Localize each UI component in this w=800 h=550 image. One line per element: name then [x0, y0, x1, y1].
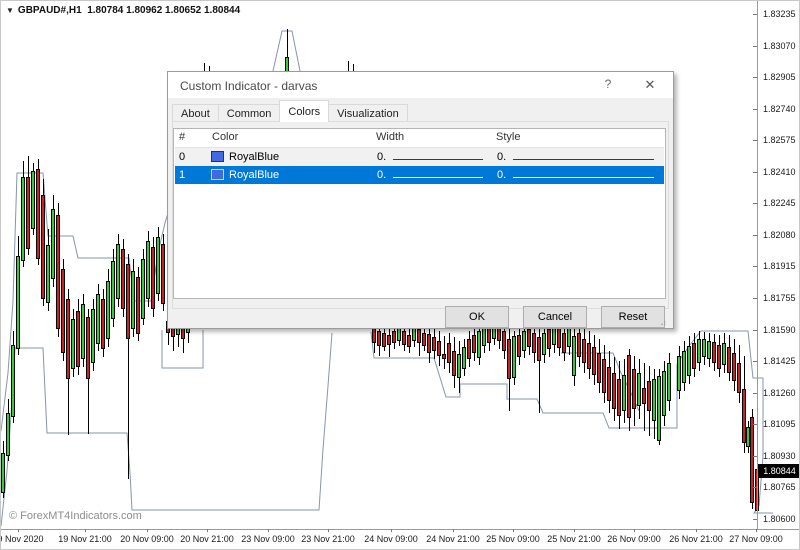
resize-grip-icon[interactable]: ⣠: [660, 315, 670, 325]
symbol-header: ▼ GBPAUD#,H1 1.80784 1.80962 1.80652 1.80…: [6, 5, 240, 16]
color-name: RoyalBlue: [229, 151, 279, 163]
watermark: © ForexMT4Indicators.com: [9, 510, 142, 522]
chart-dropdown-icon[interactable]: ▼: [6, 6, 14, 15]
tab-strip: AboutCommonColorsVisualization: [172, 100, 407, 121]
dialog-titlebar[interactable]: Custom Indicator - darvas ? ✕: [168, 72, 673, 98]
style-value: 0.: [497, 169, 506, 181]
ohlc-values: 1.80784 1.80962 1.80652 1.80844: [87, 5, 240, 16]
row-index: 0: [179, 151, 185, 163]
col-header-style[interactable]: Style: [496, 131, 520, 143]
ok-button[interactable]: OK: [445, 306, 509, 328]
help-icon[interactable]: ?: [599, 77, 617, 93]
width-preview-line: [393, 159, 483, 160]
width-value: 0.: [377, 151, 386, 163]
price-axis-line: [757, 1, 758, 529]
current-price-tag: 1.80844: [758, 464, 800, 478]
style-value: 0.: [497, 151, 506, 163]
color-name: RoyalBlue: [229, 169, 279, 181]
width-preview-line: [393, 177, 483, 178]
style-preview-line: [513, 159, 654, 160]
cancel-button[interactable]: Cancel: [523, 306, 587, 328]
col-header-width[interactable]: Width: [376, 131, 404, 143]
table-row[interactable]: 0 RoyalBlue 0. 0.: [175, 147, 664, 167]
time-axis-line: [1, 529, 800, 530]
color-swatch: [211, 169, 224, 180]
mt4-chart-window: ▼ GBPAUD#,H1 1.80784 1.80962 1.80652 1.80…: [0, 0, 800, 550]
col-header-index[interactable]: #: [179, 131, 185, 143]
symbol-label: GBPAUD#,H1: [18, 5, 82, 16]
custom-indicator-dialog: Custom Indicator - darvas ? ✕ AboutCommo…: [167, 71, 674, 329]
tab-colors[interactable]: Colors: [279, 100, 329, 122]
col-header-color[interactable]: Color: [212, 131, 238, 143]
table-row-selected[interactable]: 1 RoyalBlue 0. 0.: [175, 166, 664, 184]
close-icon[interactable]: ✕: [641, 77, 659, 93]
dialog-title: Custom Indicator - darvas: [180, 79, 317, 93]
color-swatch: [211, 151, 224, 162]
reset-button[interactable]: Reset: [601, 306, 665, 328]
colors-table: # Color Width Style 0 RoyalBlue 0. 0. 1 …: [173, 128, 666, 299]
row-index: 1: [179, 169, 185, 181]
width-value: 0.: [377, 169, 386, 181]
style-preview-line: [513, 177, 654, 178]
